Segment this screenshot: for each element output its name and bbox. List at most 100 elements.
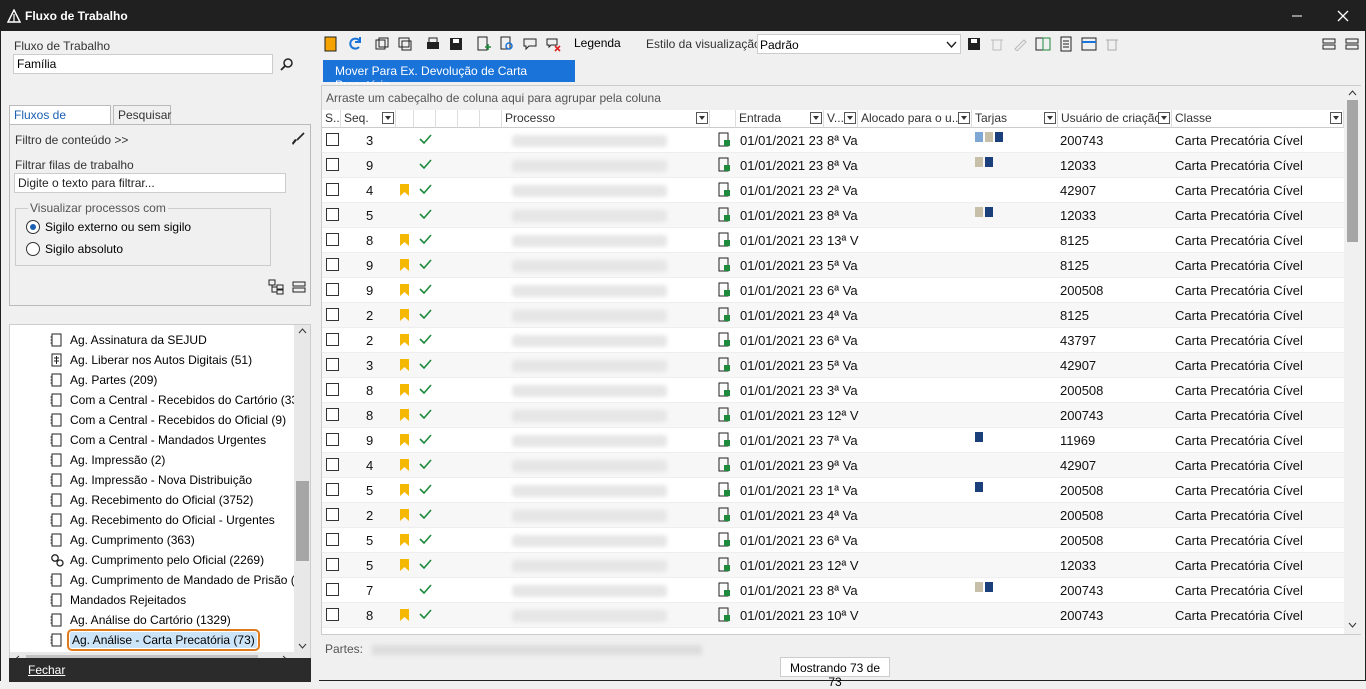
- table-row[interactable]: 9 01/01/2021 23 5ª Va 8125 Carta Precatória …: [322, 253, 1344, 278]
- tree-item[interactable]: Ag. Impressão - Nova Distribuição: [50, 470, 252, 490]
- estilo-select[interactable]: Padrão: [757, 34, 961, 54]
- tab-pesquisar[interactable]: Pesquisar: [113, 105, 171, 125]
- column-header[interactable]: Entrada: [736, 110, 824, 128]
- column-header[interactable]: Tarjas: [972, 110, 1058, 128]
- table-row[interactable]: 9 01/01/2021 23 6ª Va 200508 Carta Precatóri…: [322, 278, 1344, 303]
- print-button[interactable]: [423, 34, 443, 54]
- filtro-conteudo-link[interactable]: Filtro de conteúdo >>: [15, 133, 128, 147]
- column-header[interactable]: [710, 110, 736, 128]
- table-row[interactable]: 9 01/01/2021 23 8ª Va 12033 Carta Precatória…: [322, 153, 1344, 178]
- tree-item[interactable]: Ag. Cumprimento (363): [50, 530, 195, 550]
- row-checkbox[interactable]: [326, 583, 339, 596]
- expand-grid-button[interactable]: [1319, 34, 1339, 54]
- save-view-button[interactable]: [964, 34, 984, 54]
- tree-item[interactable]: Com a Central - Mandados Urgentes: [50, 430, 266, 450]
- column-header[interactable]: V...: [824, 110, 858, 128]
- row-checkbox[interactable]: [326, 208, 339, 221]
- row-checkbox[interactable]: [326, 233, 339, 246]
- tree-item[interactable]: Mandados Rejeitados: [50, 590, 186, 610]
- export-button[interactable]: [1033, 34, 1053, 54]
- row-checkbox[interactable]: [326, 608, 339, 621]
- radio-sigilo-externo[interactable]: [26, 220, 40, 234]
- grid-scroll-down-icon[interactable]: [1348, 622, 1357, 628]
- table-row[interactable]: 8 01/01/2021 23 12ª V 200743 Carta Precatóri…: [322, 403, 1344, 428]
- column-header[interactable]: Classe: [1172, 110, 1344, 128]
- table-row[interactable]: 5 01/01/2021 23 6ª Va 200508 Carta Precatóri…: [322, 528, 1344, 553]
- radio-sigilo-absoluto[interactable]: [26, 242, 40, 256]
- search-doc-button[interactable]: [497, 34, 517, 54]
- table-row[interactable]: 2 01/01/2021 23 4ª Va 8125 Carta Precatória …: [322, 303, 1344, 328]
- column-header[interactable]: [436, 110, 458, 128]
- row-checkbox[interactable]: [326, 283, 339, 296]
- row-checkbox[interactable]: [326, 358, 339, 371]
- row-checkbox[interactable]: [326, 533, 339, 546]
- filter-dropdown-icon[interactable]: [1158, 112, 1170, 124]
- tree-item[interactable]: Ag. Liberar nos Autos Digitais (51): [50, 350, 252, 370]
- grid-scroll-up-icon[interactable]: [1348, 90, 1357, 96]
- fechar-button[interactable]: Fechar: [9, 658, 311, 682]
- comment-button[interactable]: [520, 34, 540, 54]
- row-checkbox[interactable]: [326, 158, 339, 171]
- list-doc-button[interactable]: [1056, 34, 1076, 54]
- tree-item[interactable]: Ag. Impressão (2): [50, 450, 165, 470]
- copy-button[interactable]: [372, 34, 392, 54]
- filter-dropdown-icon[interactable]: [810, 112, 822, 124]
- table-row[interactable]: 2 01/01/2021 23 4ª Va 200508 Carta Precatóri…: [322, 503, 1344, 528]
- tree-item[interactable]: Ag. Análise - Carta Precatória (73): [50, 629, 260, 651]
- layout-button[interactable]: [1079, 34, 1099, 54]
- table-row[interactable]: 4 01/01/2021 23 2ª Va 42907 Carta Precatória…: [322, 178, 1344, 203]
- tree-item[interactable]: Ag. Recebimento do Oficial - Urgentes: [50, 510, 275, 530]
- row-checkbox[interactable]: [326, 408, 339, 421]
- tree-item[interactable]: Ag. Cumprimento pelo Oficial (2269): [50, 550, 264, 570]
- table-row[interactable]: 2 01/01/2021 23 6ª Va 43797 Carta Precatória…: [322, 328, 1344, 353]
- row-checkbox[interactable]: [326, 433, 339, 446]
- row-checkbox[interactable]: [326, 183, 339, 196]
- filter-dropdown-icon[interactable]: [1044, 112, 1056, 124]
- tab-fluxos[interactable]: Fluxos de trabalho: [9, 105, 111, 136]
- table-row[interactable]: 9 01/01/2021 23 7ª Va 11969 Carta Precatória…: [322, 428, 1344, 453]
- filtrar-input[interactable]: Digite o texto para filtrar...: [14, 173, 286, 193]
- table-row[interactable]: 5 01/01/2021 23 12ª V 12033 Carta Precatória…: [322, 553, 1344, 578]
- row-checkbox[interactable]: [326, 333, 339, 346]
- column-header[interactable]: Processo: [502, 110, 710, 128]
- bookmark-tool-button[interactable]: [321, 34, 341, 54]
- legenda-button[interactable]: Legenda: [574, 36, 621, 50]
- tree-vscroll[interactable]: [294, 325, 310, 652]
- table-row[interactable]: 8 01/01/2021 23 10ª V 200743 Carta Precatóri…: [322, 603, 1344, 628]
- filter-dropdown-icon[interactable]: [958, 112, 970, 124]
- tree-item[interactable]: Ag. Recebimento do Oficial (3752): [50, 490, 253, 510]
- row-checkbox[interactable]: [326, 508, 339, 521]
- tree-item[interactable]: Ag. Assinatura da SEJUD: [50, 330, 207, 350]
- row-checkbox[interactable]: [326, 258, 339, 271]
- row-checkbox[interactable]: [326, 558, 339, 571]
- row-checkbox[interactable]: [326, 308, 339, 321]
- column-header[interactable]: [396, 110, 414, 128]
- tree-expand-icon[interactable]: [268, 279, 284, 295]
- minimize-button[interactable]: [1274, 1, 1320, 31]
- table-row[interactable]: 4 01/01/2021 23 9ª Va 42907 Carta Precatória…: [322, 453, 1344, 478]
- tree-item[interactable]: Ag. Partes (209): [50, 370, 157, 390]
- filter-dropdown-icon[interactable]: [382, 112, 394, 124]
- grid-vscroll-thumb[interactable]: [1347, 100, 1358, 242]
- row-checkbox[interactable]: [326, 383, 339, 396]
- table-row[interactable]: 5 01/01/2021 23 8ª Va 12033 Carta Precatória…: [322, 203, 1344, 228]
- table-row[interactable]: 7 01/01/2021 23 8ª Va 200743 Carta Precatóri…: [322, 578, 1344, 603]
- remove-comment-button[interactable]: [543, 34, 563, 54]
- table-row[interactable]: 8 01/01/2021 23 13ª V 8125 Carta Precatória …: [322, 228, 1344, 253]
- column-header[interactable]: Usuário de criação: [1058, 110, 1172, 128]
- row-checkbox[interactable]: [326, 483, 339, 496]
- scroll-up-icon[interactable]: [298, 328, 307, 334]
- table-row[interactable]: 3 01/01/2021 23 5ª Va 42907 Carta Precatória…: [322, 353, 1344, 378]
- tree-vscroll-thumb[interactable]: [296, 481, 309, 561]
- close-button[interactable]: [1320, 1, 1366, 31]
- filter-dropdown-icon[interactable]: [844, 112, 856, 124]
- table-row[interactable]: 8 01/01/2021 23 3ª Va 200508 Carta Precatóri…: [322, 378, 1344, 403]
- row-checkbox[interactable]: [326, 133, 339, 146]
- grid-vscroll[interactable]: [1344, 86, 1361, 634]
- tree-item[interactable]: Ag. Análise do Cartório (1329): [50, 610, 231, 630]
- table-row[interactable]: 5 01/01/2021 23 1ª Va 200508 Carta Precatóri…: [322, 478, 1344, 503]
- column-header[interactable]: Alocado para o u...: [858, 110, 972, 128]
- refresh-button[interactable]: [345, 34, 365, 54]
- column-header[interactable]: [480, 110, 502, 128]
- window-button[interactable]: [395, 34, 415, 54]
